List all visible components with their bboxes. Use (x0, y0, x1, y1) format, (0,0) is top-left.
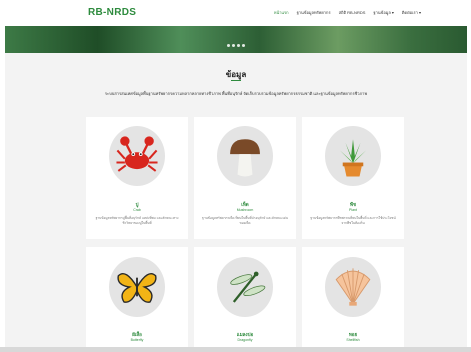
card-sublabel: Plant (349, 208, 357, 212)
nav-contact-dropdown[interactable]: ติดต่อเรา ▾ (402, 9, 421, 16)
plant-icon (325, 126, 381, 186)
card-crab[interactable]: ปู Crab ฐานข้อมูลทรัพยากรปูพื้นที่อนุรัก… (86, 117, 188, 239)
section-description: ระบบสารสนเทศข้อมูลพื้นฐานทรัพยากรความหลา… (104, 91, 368, 96)
nav-statistics[interactable]: สถิติ RB-NRDS (339, 9, 366, 16)
nav-database-dropdown[interactable]: ฐานข้อมูล ▾ (373, 9, 394, 16)
navbar: RB-NRDS หน้าแรก ฐานข้อมูลทรัพยากร สถิติ … (0, 0, 471, 26)
card-sublabel: Crab (133, 208, 141, 212)
card-label: ผีเสื้อ (132, 332, 142, 337)
card-description: ฐานข้อมูลทรัพยากรพืชพรรณที่พบในพื้นที่ แ… (310, 216, 396, 225)
card-mushroom[interactable]: เห็ด Mushroom ฐานข้อมูลทรัพยากรเห็ด ที่พ… (194, 117, 296, 239)
carousel-dot[interactable] (237, 44, 240, 47)
card-description: ฐานข้อมูลทรัพยากรเห็ด ที่พบในพื้นที่ป่าอ… (202, 216, 288, 225)
card-description: ฐานข้อมูลทรัพยากรปูพื้นที่อนุรักษ์ แหล่ง… (95, 216, 179, 225)
card-shellfish[interactable]: หอย Shellfish (302, 247, 404, 347)
card-sublabel: Shellfish (346, 338, 360, 342)
main-nav: หน้าแรก ฐานข้อมูลทรัพยากร สถิติ RB-NRDS … (274, 9, 421, 16)
card-label: เห็ด (241, 202, 249, 207)
carousel-dot[interactable] (227, 44, 230, 47)
dragonfly-icon (217, 257, 273, 317)
crab-icon (109, 126, 165, 186)
card-sublabel: Mushroom (236, 208, 254, 212)
shell-icon (325, 257, 381, 317)
carousel-dot[interactable] (232, 44, 235, 47)
content-section: ข้อมูล ระบบสารสนเทศข้อมูลพื้นฐานทรัพยากร… (5, 53, 467, 347)
mushroom-icon (217, 126, 273, 186)
card-label: หอย (348, 332, 358, 337)
hero-banner (5, 26, 467, 53)
card-label: แมลงปอ (236, 332, 254, 337)
card-sublabel: Butterfly (130, 338, 144, 342)
carousel-dot[interactable] (242, 44, 245, 47)
card-label: พืช (349, 202, 357, 207)
card-plant[interactable]: พืช Plant ฐานข้อมูลทรัพยากรพืชพรรณที่พบใ… (302, 117, 404, 239)
brand-logo[interactable]: RB-NRDS (88, 7, 136, 18)
carousel-indicators (5, 44, 467, 47)
nav-home[interactable]: หน้าแรก (274, 9, 289, 16)
horizontal-scrollbar[interactable] (0, 347, 471, 352)
nav-resources[interactable]: ฐานข้อมูลทรัพยากร (297, 9, 331, 16)
card-dragonfly[interactable]: แมลงปอ Dragonfly (194, 247, 296, 347)
card-label: ปู (135, 202, 139, 207)
card-butterfly[interactable]: ผีเสื้อ Butterfly (86, 247, 188, 347)
card-sublabel: Dragonfly (237, 338, 253, 342)
butterfly-icon (109, 257, 165, 317)
title-underline (231, 80, 241, 81)
